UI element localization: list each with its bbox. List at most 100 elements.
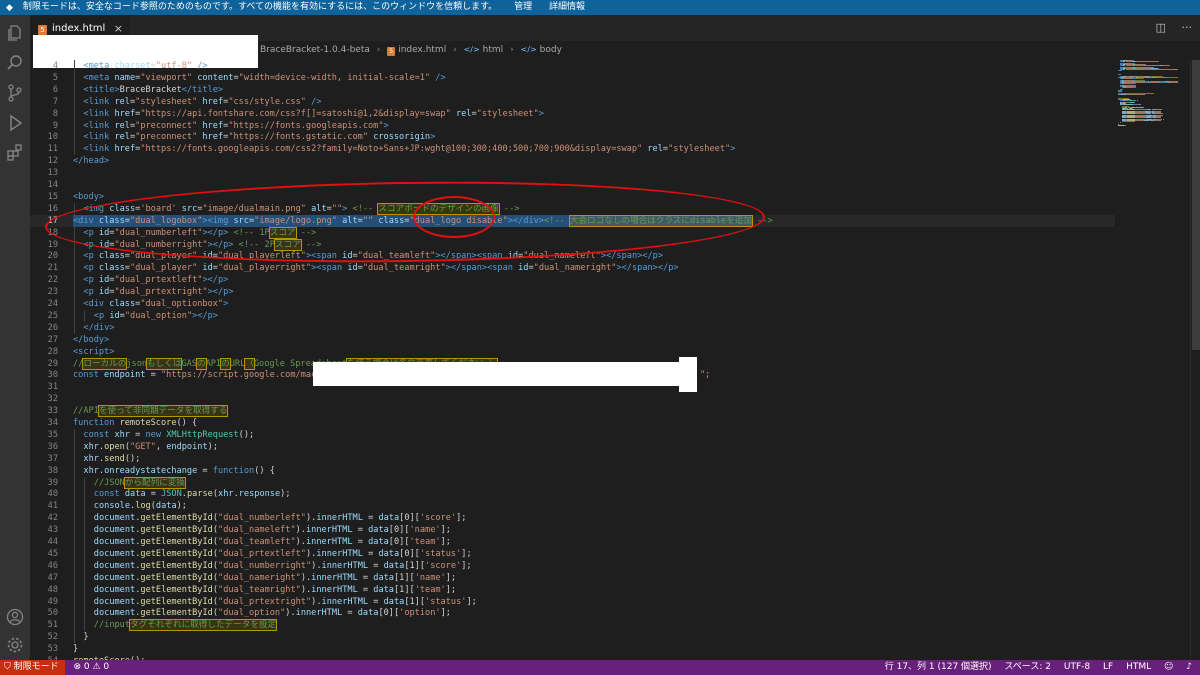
code-line[interactable]: 7 <link rel="stylesheet" href="css/style.… <box>30 95 1115 108</box>
line-number: 47 <box>47 572 58 583</box>
code-token: [0][ <box>378 608 400 619</box>
code-line[interactable]: 52} <box>30 631 1115 644</box>
minimap[interactable] <box>1118 60 1190 130</box>
banner-manage-link[interactable]: 管理 <box>514 2 532 12</box>
code-line[interactable]: 9 <link rel="preconnect" href="https://fo… <box>30 119 1115 132</box>
code-line[interactable]: 8 <link href="https://api.fontshare.com/c… <box>30 107 1115 120</box>
code-text: const data = JSON.parse(xhr.response); <box>94 488 291 500</box>
code-line[interactable]: 5 <meta name="viewport" content="width=de… <box>30 71 1115 84</box>
code-token: <p <box>93 310 110 321</box>
code-line[interactable]: 24 <div class="dual_optionbox"> <box>30 298 1115 310</box>
language-mode[interactable]: HTML <box>1126 662 1151 672</box>
code-text: <meta name="viewport" content="width=dev… <box>83 72 445 84</box>
problems-indicator[interactable]: ⊗ 0 ⚠ 0 <box>74 660 110 675</box>
scrollbar-thumb[interactable] <box>1192 60 1200 350</box>
code-token: BraceBracket <box>119 84 182 95</box>
code-line[interactable]: 28 <script> <box>30 346 1115 358</box>
code-editor[interactable]: 4 <meta charset="utf-8" /> 5 <meta name="vi… <box>30 60 1115 660</box>
code-line[interactable]: 45 document.getElementById("dual_prtextle… <box>30 547 1115 560</box>
code-line[interactable]: 33 //APIを使って非同期データを取得する <box>30 405 1115 418</box>
extensions-icon[interactable] <box>5 143 25 163</box>
code-line[interactable]: 50 document.getElementById("dual_option")… <box>30 607 1115 620</box>
code-line[interactable]: 16 <img class='board' src="image/dualmain… <box>30 202 1115 215</box>
code-token: //input <box>93 620 131 631</box>
code-line[interactable]: 44 document.getElementById("dual_teamleft… <box>30 536 1115 548</box>
code-token: ></span></p> <box>600 251 663 262</box>
line-number: 14 <box>47 180 58 190</box>
settings-gear-icon[interactable] <box>5 635 25 655</box>
bell-icon[interactable]: ♪ <box>1186 662 1192 672</box>
code-line[interactable]: 32 <box>30 393 1115 405</box>
code-line[interactable]: 35 const xhr = new XMLHttpRequest(); <box>30 428 1115 441</box>
code-line[interactable]: 39 //JSONから配列に変換 <box>30 476 1115 489</box>
code-line[interactable]: 41 console.log(data); <box>30 500 1115 513</box>
code-line[interactable]: 34 function remoteScore() { <box>30 417 1115 429</box>
code-line[interactable]: 26 </div> <box>30 321 1115 334</box>
person-feedback-icon[interactable]: ☺ <box>1164 662 1173 672</box>
code-line[interactable]: 19 <p id="dual_numberright"></p> <!-- 2Pス… <box>30 238 1115 251</box>
end-of-line[interactable]: LF <box>1103 662 1113 672</box>
code-line[interactable]: 49 document.getElementById("dual_prtextri… <box>30 595 1115 608</box>
account-icon[interactable] <box>5 607 25 627</box>
code-token: "dual_prtextleft" <box>114 275 203 286</box>
code-token: id <box>109 310 120 321</box>
restricted-mode-indicator[interactable]: ⛉ 制限モード <box>0 660 65 675</box>
split-editor-icon[interactable]: ◫ <box>1156 21 1166 34</box>
code-line[interactable]: 40 const data = JSON.parse(xhr.response); <box>30 488 1115 501</box>
breadcrumb-body[interactable]: body <box>540 45 562 55</box>
code-token: <div <box>83 299 110 309</box>
code-line[interactable]: 37 xhr.send(); <box>30 452 1115 465</box>
code-token: > <box>223 299 229 309</box>
breadcrumb-html[interactable]: html <box>483 45 504 55</box>
code-line[interactable]: 20 <p class="dual_player" id="dual_player… <box>30 250 1115 263</box>
code-line[interactable]: 43 document.getElementById("dual_nameleft… <box>30 524 1115 537</box>
code-token: document <box>93 596 136 607</box>
code-line[interactable]: 46 document.getElementById("dual_numberri… <box>30 559 1115 572</box>
run-debug-icon[interactable] <box>5 113 25 133</box>
more-actions-icon[interactable]: ··· <box>1182 21 1193 34</box>
code-token: class <box>109 203 136 214</box>
code-line[interactable]: 14 <box>30 179 1115 191</box>
code-line[interactable]: 42 document.getElementById("dual_numberle… <box>30 512 1115 525</box>
code-line[interactable]: 12 </head> <box>30 155 1115 167</box>
code-line[interactable]: 15 <body> <box>30 191 1115 203</box>
banner-details-link[interactable]: 詳細情報 <box>549 2 585 12</box>
files-icon[interactable] <box>5 23 25 43</box>
indent-guide <box>74 143 75 156</box>
code-line[interactable]: 6 <title>BraceBracket</title> <box>30 83 1115 96</box>
code-line[interactable]: 25 <p id="dual_option"></p> <box>30 309 1115 322</box>
code-line[interactable]: 22 <p id="dual_prtextleft"></p> <box>30 274 1115 287</box>
code-line[interactable]: 10 <link rel="preconnect" href="https://f… <box>30 131 1115 144</box>
code-token: GAS <box>181 358 197 369</box>
code-line[interactable]: 48 document.getElementById("dual_teamrigh… <box>30 583 1115 596</box>
code-line[interactable]: 36 xhr.open("GET", endpoint); <box>30 440 1115 453</box>
code-line[interactable]: 11 <link href="https://fonts.googleapis.c… <box>30 143 1115 156</box>
line-number: 49 <box>47 596 58 607</box>
code-line[interactable]: 47 document.getElementById("dual_namerigh… <box>30 571 1115 584</box>
code-line[interactable]: 27 </body> <box>30 334 1115 346</box>
code-token: id <box>507 251 519 262</box>
code-token: ). <box>311 560 322 571</box>
code-line[interactable]: 23 <p id="dual_prtextright"></p> <box>30 286 1115 299</box>
code-token: //API <box>73 406 99 417</box>
code-line[interactable]: 17 <div class="dual_logobox"><img src="im… <box>30 214 1115 227</box>
code-line[interactable]: 18 <p id="dual_numberleft"></p> <!-- 1Pスコ… <box>30 226 1115 239</box>
code-line[interactable]: 4 <meta charset="utf-8" /> <box>30 60 1115 72</box>
code-line[interactable]: 13 <box>30 167 1115 179</box>
encoding[interactable]: UTF-8 <box>1064 662 1090 672</box>
breadcrumb-file[interactable]: index.html <box>398 45 446 55</box>
vertical-scrollbar[interactable] <box>1190 60 1200 660</box>
minimap-stroke <box>1151 82 1160 84</box>
breadcrumb-folder[interactable]: BraceBracket-1.0.4-beta <box>260 45 370 55</box>
code-line[interactable]: 21 <p class="dual_player" id="dual_player… <box>30 262 1115 275</box>
code-line[interactable]: 38 xhr.onreadystatechange = function() { <box>30 464 1115 477</box>
code-token: open <box>104 441 125 452</box>
search-icon[interactable] <box>5 53 25 73</box>
code-line[interactable]: 51 //inputタグそれぞれに取得したデータを設定 <box>30 619 1115 632</box>
minimap-stroke <box>1169 65 1171 67</box>
indentation[interactable]: スペース: 2 <box>1004 662 1051 672</box>
cursor-position[interactable]: 行 17、列 1 (127 個選択) <box>885 662 992 672</box>
source-control-icon[interactable] <box>5 83 25 103</box>
code-line[interactable]: 53} <box>30 643 1115 655</box>
code-token: "dual_optionbox" <box>140 299 224 309</box>
